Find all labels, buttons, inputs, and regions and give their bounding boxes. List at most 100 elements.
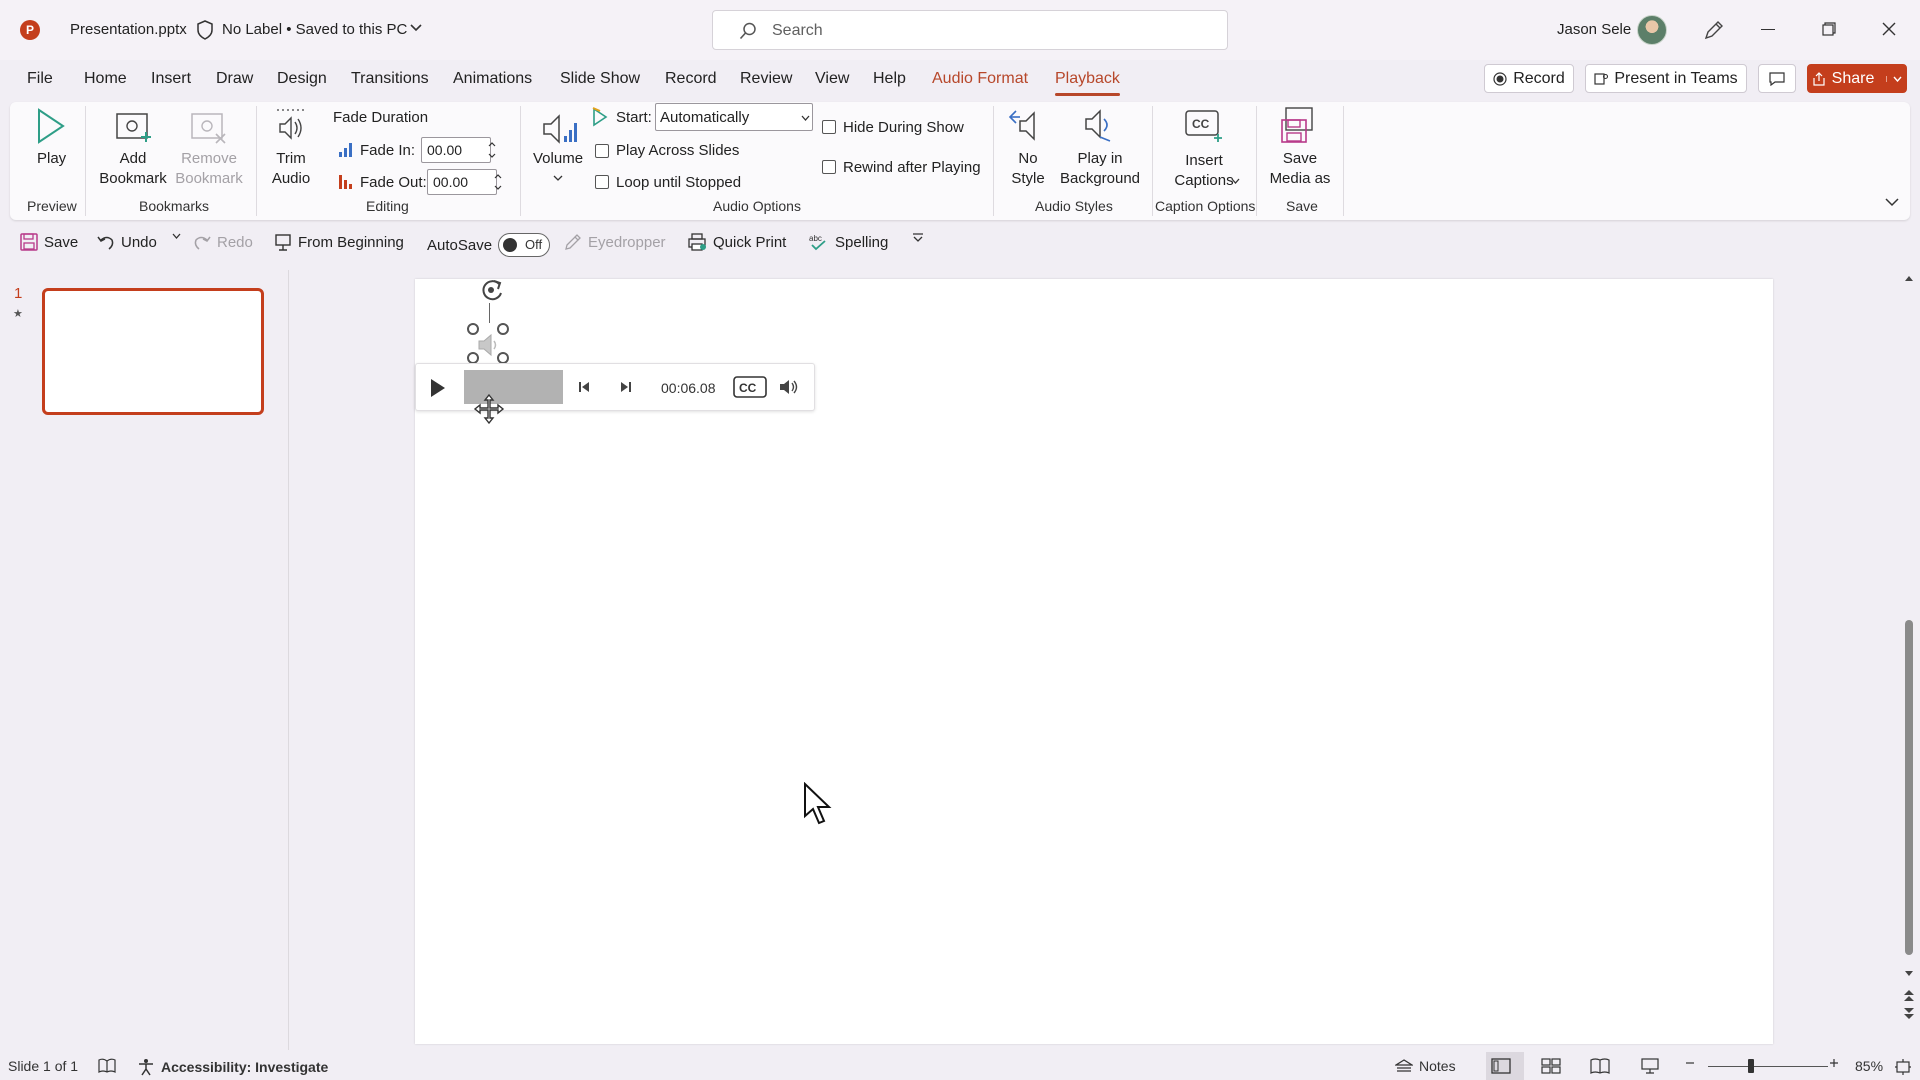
close-icon[interactable] xyxy=(1882,22,1896,36)
scroll-up-icon[interactable] xyxy=(1904,274,1914,282)
vertical-scrollbar[interactable] xyxy=(1900,270,1918,1030)
minimize-icon[interactable] xyxy=(1761,29,1775,30)
save-button[interactable]: Save xyxy=(20,233,78,251)
user-name[interactable]: Jason Sele xyxy=(1557,21,1631,38)
record-button[interactable]: Record xyxy=(1484,64,1574,93)
insert-captions-icon[interactable]: CC xyxy=(1184,108,1224,144)
slide-thumbnail[interactable] xyxy=(42,288,264,415)
insert-captions-button[interactable]: Insert Captions xyxy=(1166,151,1242,191)
no-style-button[interactable]: No Style xyxy=(1005,149,1051,189)
scrollbar-thumb[interactable] xyxy=(1905,620,1913,955)
insert-captions-chevron-icon[interactable] xyxy=(1231,178,1240,184)
accessibility-status[interactable]: Accessibility: Investigate xyxy=(137,1058,328,1076)
undo-button[interactable]: Undo xyxy=(97,233,157,251)
reading-view-icon[interactable] xyxy=(1590,1058,1610,1074)
media-play-icon[interactable] xyxy=(430,378,446,398)
from-beginning-button[interactable]: From Beginning xyxy=(274,233,404,251)
resize-handle-top-right[interactable] xyxy=(497,323,509,335)
play-in-background-button[interactable]: Play in Background xyxy=(1058,149,1142,189)
fade-in-input[interactable]: 00.00 xyxy=(421,137,491,163)
add-bookmark-icon[interactable] xyxy=(115,110,153,144)
next-slide-icon[interactable] xyxy=(1903,1007,1915,1021)
loop-until-stopped-label[interactable]: Loop until Stopped xyxy=(616,174,741,191)
redo-button[interactable]: Redo xyxy=(193,233,253,251)
volume-button[interactable]: Volume xyxy=(533,149,583,169)
tab-transitions[interactable]: Transitions xyxy=(351,70,429,88)
save-media-as-button[interactable]: Save Media as xyxy=(1262,149,1338,189)
zoom-out-icon[interactable] xyxy=(1685,1058,1695,1068)
hide-during-show-checkbox[interactable] xyxy=(822,120,836,134)
autosave-toggle[interactable]: Off xyxy=(498,233,551,257)
avatar[interactable] xyxy=(1637,15,1667,45)
media-back-icon[interactable] xyxy=(578,380,592,394)
undo-dropdown-icon[interactable] xyxy=(172,233,181,239)
tab-animations[interactable]: Animations xyxy=(453,70,532,88)
play-across-slides-label[interactable]: Play Across Slides xyxy=(616,142,739,159)
volume-chevron-icon[interactable] xyxy=(553,175,563,181)
tab-home[interactable]: Home xyxy=(84,70,127,88)
slide-show-icon[interactable] xyxy=(1640,1058,1660,1074)
zoom-slider-thumb[interactable] xyxy=(1748,1059,1754,1073)
eyedropper-button[interactable]: Eyedropper xyxy=(564,233,666,251)
start-dropdown[interactable]: Automatically xyxy=(655,103,813,131)
slide-sorter-icon[interactable] xyxy=(1541,1058,1561,1074)
spellcheck-book-icon[interactable] xyxy=(98,1058,116,1074)
media-forward-icon[interactable] xyxy=(618,380,632,394)
fade-out-input[interactable]: 00.00 xyxy=(427,169,497,195)
restore-icon[interactable] xyxy=(1822,22,1836,36)
rewind-after-playing-label[interactable]: Rewind after Playing xyxy=(843,159,981,176)
pen-icon[interactable] xyxy=(1702,18,1726,42)
tab-insert[interactable]: Insert xyxy=(151,70,191,88)
comments-button[interactable] xyxy=(1758,64,1796,93)
zoom-slider[interactable] xyxy=(1708,1066,1828,1067)
save-media-icon[interactable] xyxy=(1280,106,1320,144)
scroll-down-icon[interactable] xyxy=(1904,970,1914,978)
media-captions-icon[interactable]: CC xyxy=(733,376,767,398)
notes-button[interactable]: Notes xyxy=(1395,1058,1456,1074)
tab-record[interactable]: Record xyxy=(665,70,717,88)
add-bookmark-button[interactable]: Add Bookmark xyxy=(96,149,170,189)
customize-qat-icon[interactable] xyxy=(912,233,924,243)
chevron-down-icon[interactable] xyxy=(410,24,422,32)
present-in-teams-button[interactable]: Present in Teams xyxy=(1585,64,1747,93)
zoom-in-icon[interactable] xyxy=(1829,1058,1839,1068)
play-icon[interactable] xyxy=(36,108,66,144)
tab-draw[interactable]: Draw xyxy=(216,70,253,88)
volume-icon[interactable] xyxy=(540,108,580,148)
spelling-button[interactable]: abc Spelling xyxy=(809,233,888,251)
trim-audio-button[interactable]: Trim Audio xyxy=(268,149,314,189)
remove-bookmark-button[interactable]: Remove Bookmark xyxy=(172,149,246,189)
resize-handle-top-left[interactable] xyxy=(467,323,479,335)
no-style-icon[interactable] xyxy=(1008,107,1044,143)
trim-audio-icon[interactable] xyxy=(275,106,307,146)
fit-slide-icon[interactable] xyxy=(1894,1058,1912,1076)
tab-help[interactable]: Help xyxy=(873,70,906,88)
normal-view-icon[interactable] xyxy=(1491,1058,1511,1074)
search-input[interactable]: Search xyxy=(712,10,1228,50)
rotate-handle-icon[interactable] xyxy=(477,275,507,305)
tab-slide-show[interactable]: Slide Show xyxy=(560,70,640,88)
quick-print-button[interactable]: Quick Print xyxy=(687,233,786,251)
tab-design[interactable]: Design xyxy=(277,70,327,88)
previous-slide-icon[interactable] xyxy=(1903,988,1915,1002)
zoom-percent[interactable]: 85% xyxy=(1855,1058,1883,1074)
play-across-slides-checkbox[interactable] xyxy=(595,144,609,158)
fade-in-spinner[interactable] xyxy=(486,137,498,163)
label-status[interactable]: No Label • Saved to this PC xyxy=(222,21,407,38)
tab-file[interactable]: File xyxy=(27,70,53,88)
tab-review[interactable]: Review xyxy=(740,70,792,88)
tab-playback[interactable]: Playback xyxy=(1055,70,1120,96)
rewind-after-playing-checkbox[interactable] xyxy=(822,160,836,174)
share-dropdown-icon[interactable] xyxy=(1886,75,1902,82)
hide-during-show-label[interactable]: Hide During Show xyxy=(843,119,964,136)
shield-icon[interactable] xyxy=(196,20,214,40)
play-in-background-icon[interactable] xyxy=(1080,107,1116,143)
collapse-ribbon-icon[interactable] xyxy=(1885,198,1899,207)
media-volume-icon[interactable] xyxy=(778,378,800,396)
pane-divider[interactable] xyxy=(288,270,289,1050)
tab-view[interactable]: View xyxy=(815,70,849,88)
loop-until-stopped-checkbox[interactable] xyxy=(595,175,609,189)
slide-info[interactable]: Slide 1 of 1 xyxy=(8,1058,78,1074)
share-button[interactable]: Share xyxy=(1807,64,1907,93)
tab-audio-format[interactable]: Audio Format xyxy=(932,70,1028,88)
